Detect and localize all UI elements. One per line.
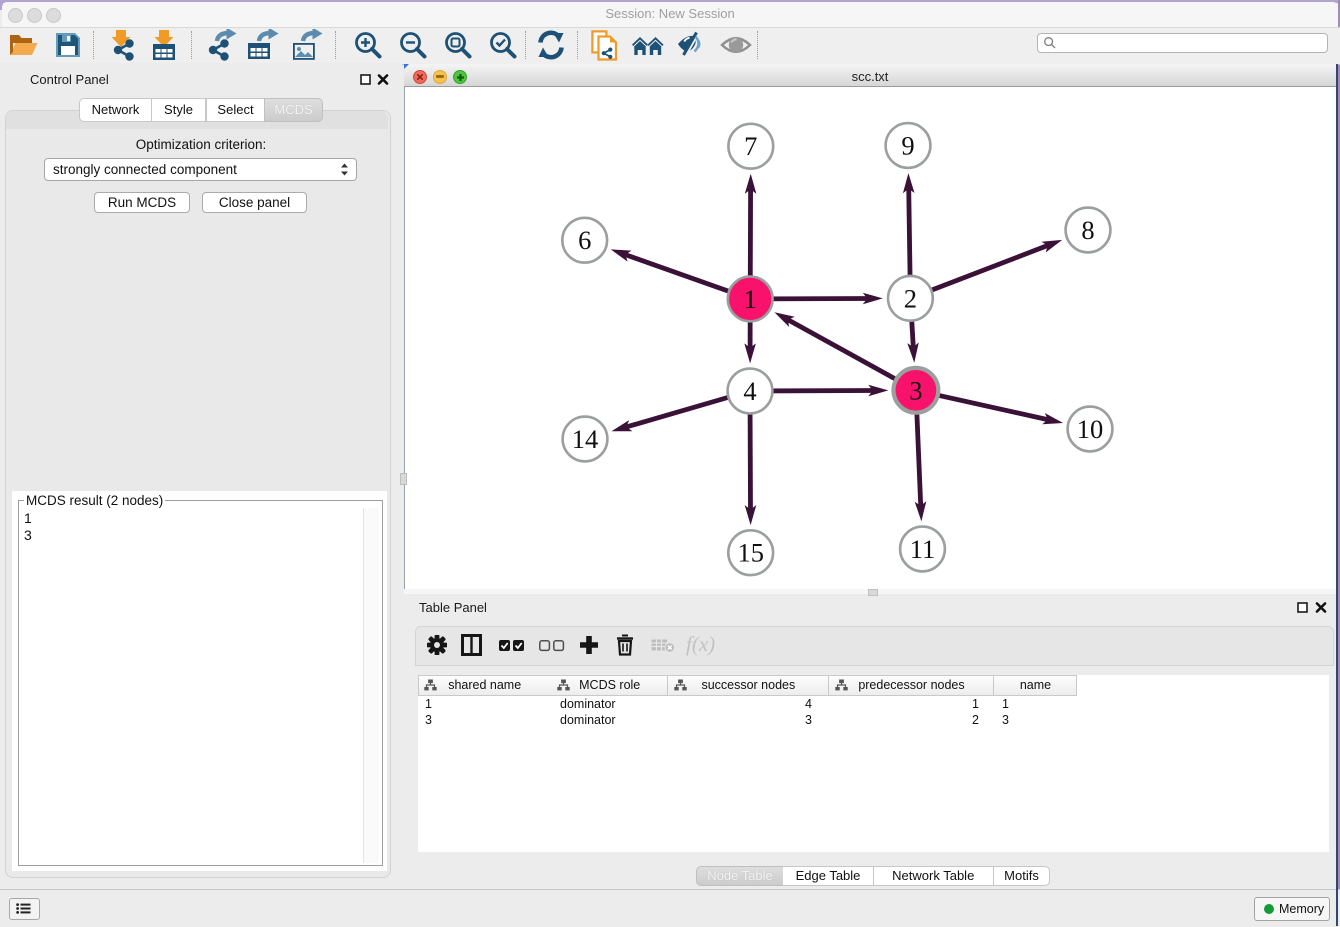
svg-text:14: 14 xyxy=(572,424,599,454)
svg-text:15: 15 xyxy=(737,538,764,568)
svg-text:11: 11 xyxy=(910,534,936,564)
svg-text:4: 4 xyxy=(743,376,756,406)
svg-text:9: 9 xyxy=(901,131,914,161)
svg-text:6: 6 xyxy=(578,225,591,255)
svg-text:1: 1 xyxy=(744,284,757,314)
svg-text:10: 10 xyxy=(1077,414,1104,444)
svg-text:7: 7 xyxy=(744,131,757,161)
svg-text:8: 8 xyxy=(1081,215,1094,245)
svg-text:3: 3 xyxy=(909,375,922,405)
svg-text:2: 2 xyxy=(904,283,917,313)
